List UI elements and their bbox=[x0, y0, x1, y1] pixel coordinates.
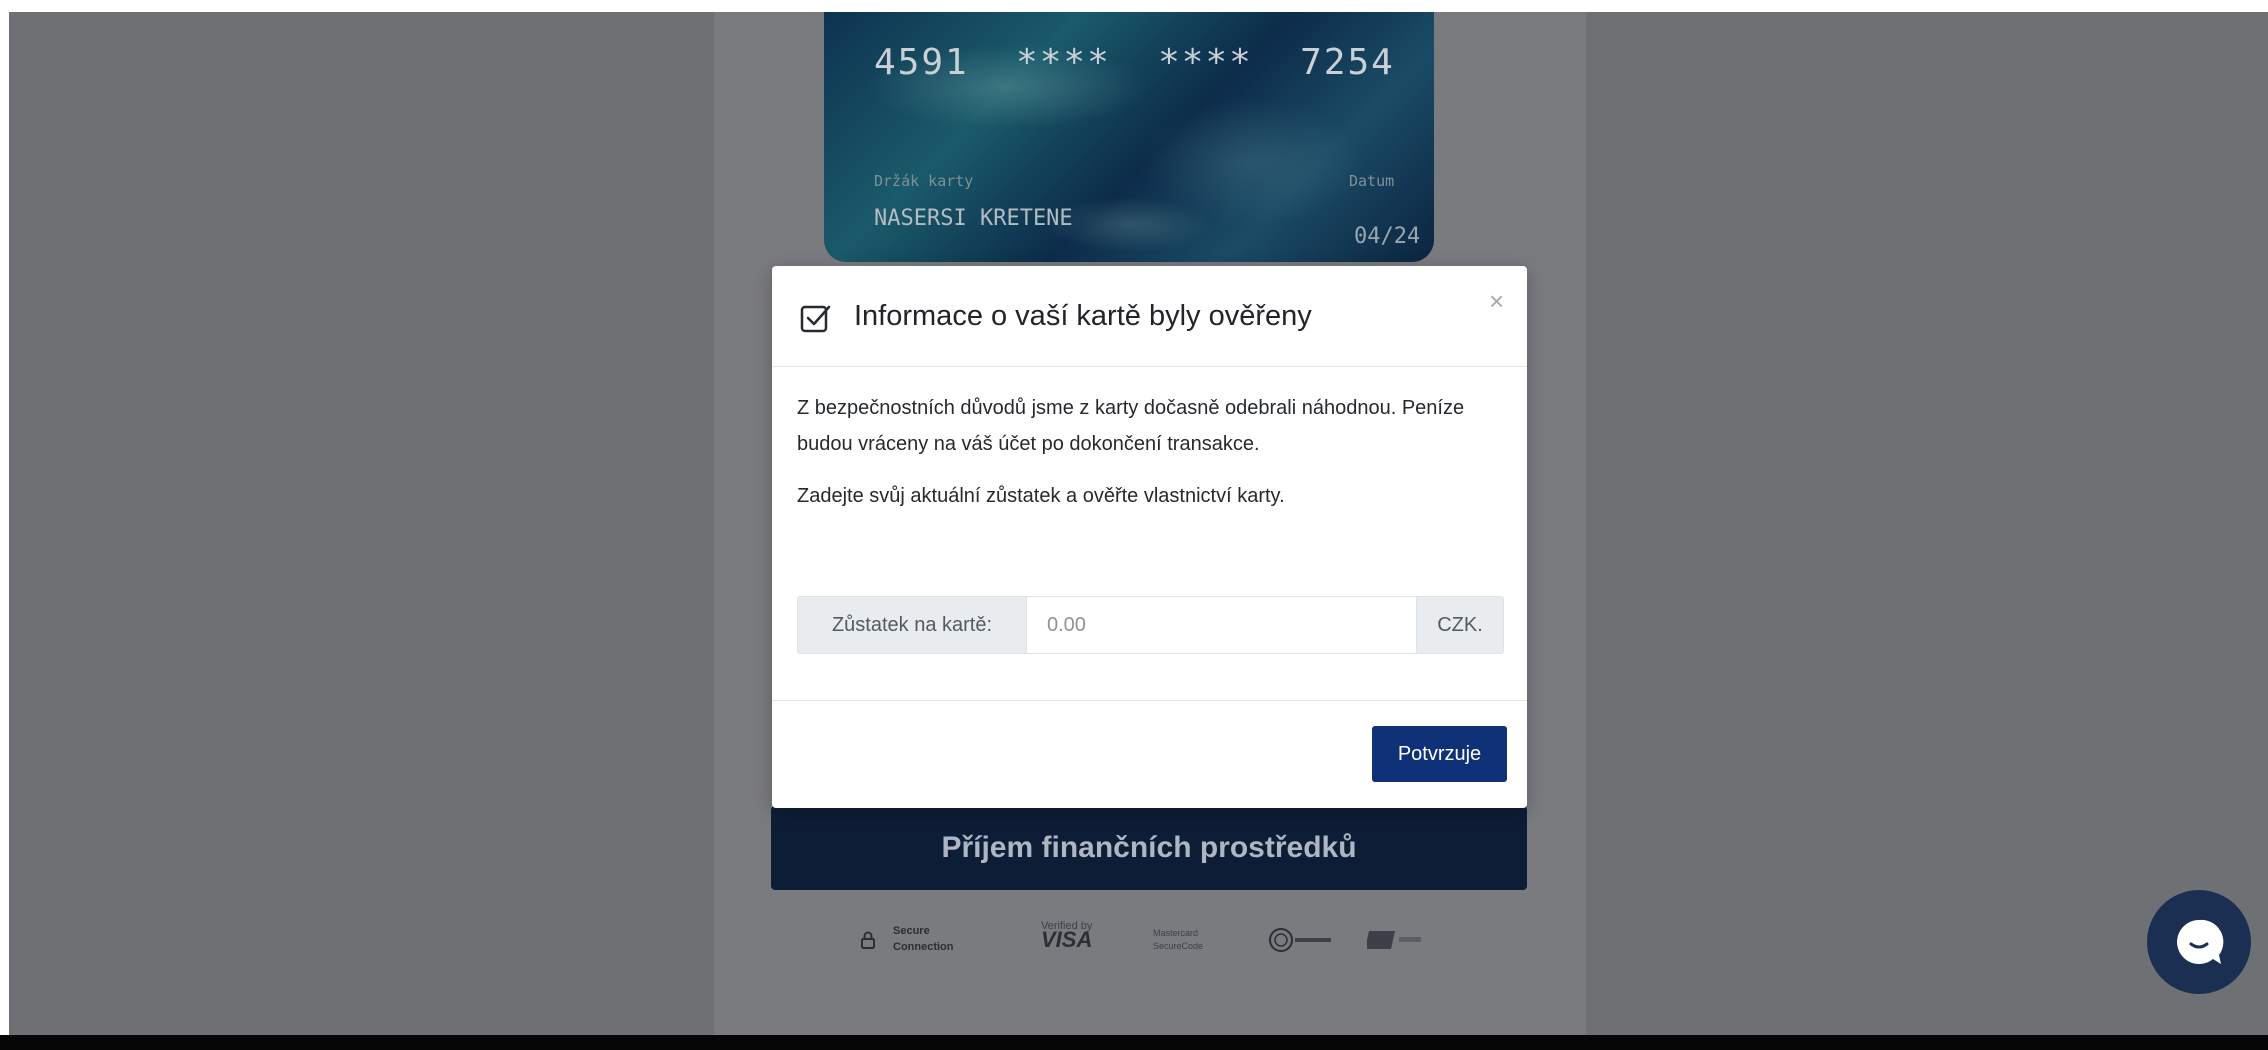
balance-label: Zůstatek na kartě: bbox=[798, 597, 1027, 653]
modal-footer: Potvrzuje bbox=[772, 700, 1527, 809]
receive-funds-button[interactable]: Příjem finančních prostředků bbox=[771, 806, 1527, 890]
currency-label: CZK. bbox=[1416, 597, 1503, 653]
credit-card-preview: 4591 **** **** 7254 Držák karty NASERSI … bbox=[824, 12, 1434, 262]
secure-connection-badge: Secure Connection bbox=[893, 923, 954, 955]
mastercard-line1: Mastercard bbox=[1153, 928, 1199, 938]
page-viewport: 4591 **** **** 7254 Držák karty NASERSI … bbox=[9, 12, 2268, 1035]
balance-input[interactable] bbox=[1027, 597, 1416, 653]
secure-seal-logo bbox=[1269, 928, 1331, 952]
balance-input-group: Zůstatek na kartě: CZK. bbox=[797, 596, 1504, 654]
bottom-bar bbox=[0, 1035, 2268, 1050]
card-verified-modal: Informace o vaší kartě byly ověřeny × Z … bbox=[772, 266, 1527, 808]
mastercard-securecode-badge: Mastercard SecureCode bbox=[1153, 927, 1203, 953]
modal-title: Informace o vaší kartě byly ověřeny bbox=[854, 300, 1312, 332]
modal-header: Informace o vaší kartě byly ověřeny × bbox=[772, 266, 1527, 367]
card-expiry: 04/24 bbox=[1354, 224, 1421, 249]
balance-instruction-text: Zadejte svůj aktuální zůstatek a ověřte … bbox=[797, 485, 1285, 507]
card-holder-name: NASERSI KRETENE bbox=[874, 206, 1073, 231]
lock-icon bbox=[861, 931, 875, 949]
security-badges: Secure Connection Verified by VISA Maste… bbox=[861, 917, 1461, 967]
visa-logo-text: VISA bbox=[1041, 927, 1093, 952]
security-notice-text: Z bezpečnostních důvodů jsme z karty doč… bbox=[797, 397, 1465, 455]
modal-body: Z bezpečnostních důvodů jsme z karty doč… bbox=[797, 390, 1487, 514]
verified-by-visa-badge: Verified by VISA bbox=[1041, 919, 1093, 952]
chat-widget-button[interactable] bbox=[2147, 890, 2251, 994]
secure-line2: Connection bbox=[893, 941, 954, 953]
top-strip bbox=[0, 0, 2268, 12]
confirm-button[interactable]: Potvrzuje bbox=[1372, 726, 1507, 782]
mastercard-line2: SecureCode bbox=[1153, 941, 1204, 951]
card-date-label: Datum bbox=[1349, 172, 1395, 190]
pci-dss-logo bbox=[1367, 931, 1421, 949]
card-number: 4591 **** **** 7254 bbox=[874, 42, 1395, 83]
close-icon[interactable]: × bbox=[1489, 288, 1504, 314]
chat-bubble-icon bbox=[2177, 919, 2224, 964]
secure-line1: Secure bbox=[893, 925, 930, 937]
check-square-icon bbox=[800, 305, 831, 333]
card-holder-label: Držák karty bbox=[874, 172, 974, 190]
